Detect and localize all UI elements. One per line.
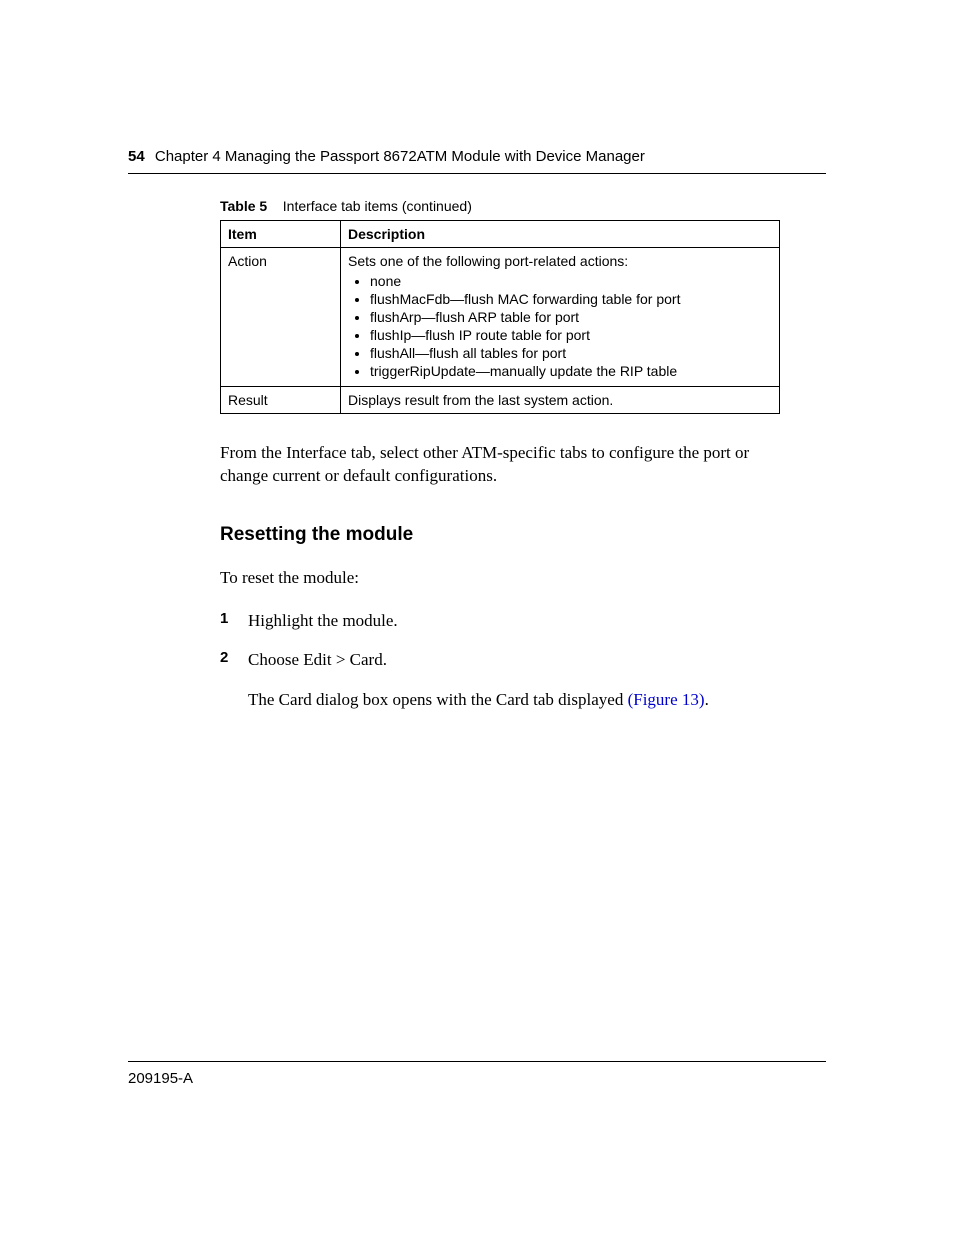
step-item: Choose Edit > Card. The Card dialog box …	[220, 647, 826, 712]
step-text: Choose Edit > Card.	[248, 650, 387, 669]
table-caption: Table 5 Interface tab items (continued)	[220, 198, 826, 214]
intro-text: To reset the module:	[220, 568, 826, 588]
table-caption-text: Interface tab items (continued)	[283, 198, 472, 214]
column-header-item: Item	[221, 221, 341, 248]
step-text: Highlight the module.	[248, 611, 398, 630]
cell-description: Sets one of the following port-related a…	[341, 248, 780, 387]
list-item: triggerRipUpdate—manually update the RIP…	[370, 363, 772, 379]
list-item: flushMacFdb—flush MAC forwarding table f…	[370, 291, 772, 307]
list-item: flushIp—flush IP route table for port	[370, 327, 772, 343]
column-header-description: Description	[341, 221, 780, 248]
cell-item: Action	[221, 248, 341, 387]
followup-suffix: .	[705, 690, 709, 709]
page-header: 54 Chapter 4 Managing the Passport 8672A…	[128, 148, 826, 174]
table-row: Result Displays result from the last sys…	[221, 387, 780, 414]
step-item: Highlight the module.	[220, 608, 826, 634]
table-header-row: Item Description	[221, 221, 780, 248]
step-followup: The Card dialog box opens with the Card …	[248, 687, 826, 713]
page-footer: 209195-A	[128, 1061, 826, 1087]
document-id: 209195-A	[128, 1070, 193, 1087]
body-paragraph: From the Interface tab, select other ATM…	[220, 442, 790, 488]
desc-bullet-list: none flushMacFdb—flush MAC forwarding ta…	[370, 273, 772, 379]
cell-description: Displays result from the last system act…	[341, 387, 780, 414]
list-item: none	[370, 273, 772, 289]
table-caption-label: Table 5	[220, 198, 267, 214]
list-item: flushAll—flush all tables for port	[370, 345, 772, 361]
followup-prefix: The Card dialog box opens with the Card …	[248, 690, 628, 709]
figure-link[interactable]: (Figure 13)	[628, 690, 705, 709]
chapter-title: Chapter 4 Managing the Passport 8672ATM …	[155, 148, 645, 165]
interface-tab-items-table: Item Description Action Sets one of the …	[220, 220, 780, 414]
steps-list: Highlight the module. Choose Edit > Card…	[220, 608, 826, 713]
table-row: Action Sets one of the following port-re…	[221, 248, 780, 387]
desc-intro: Sets one of the following port-related a…	[348, 253, 772, 269]
section-heading: Resetting the module	[220, 524, 826, 546]
page-number: 54	[128, 148, 145, 165]
cell-item: Result	[221, 387, 341, 414]
list-item: flushArp—flush ARP table for port	[370, 309, 772, 325]
